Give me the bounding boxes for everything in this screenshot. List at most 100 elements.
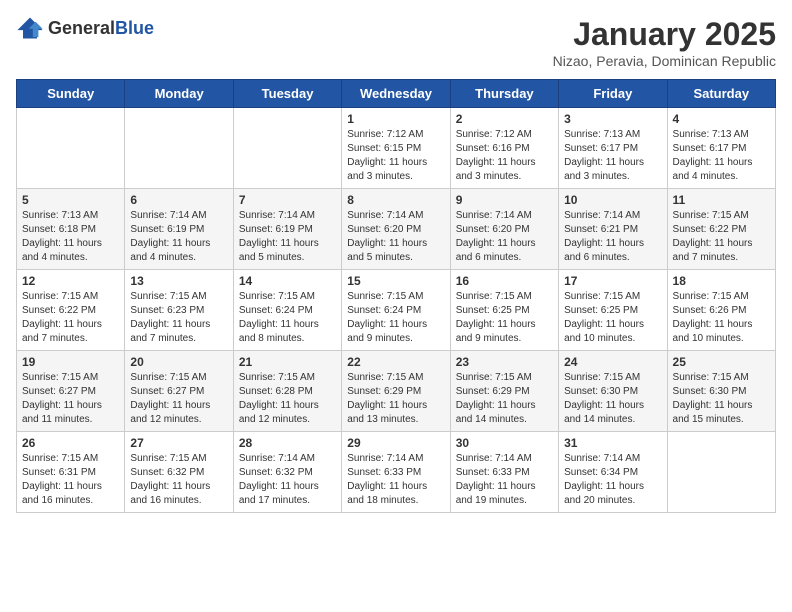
day-number: 30 <box>456 436 553 450</box>
day-info: Sunrise: 7:14 AM Sunset: 6:19 PM Dayligh… <box>239 209 336 265</box>
day-number: 10 <box>564 193 661 207</box>
calendar-subtitle: Nizao, Peravia, Dominican Republic <box>553 53 776 69</box>
day-info: Sunrise: 7:15 AM Sunset: 6:23 PM Dayligh… <box>130 290 227 346</box>
day-info: Sunrise: 7:15 AM Sunset: 6:25 PM Dayligh… <box>564 290 661 346</box>
day-number: 11 <box>673 193 770 207</box>
day-info: Sunrise: 7:15 AM Sunset: 6:29 PM Dayligh… <box>347 371 444 427</box>
day-number: 24 <box>564 355 661 369</box>
day-cell: 8 Sunrise: 7:14 AM Sunset: 6:20 PM Daylig… <box>342 189 450 270</box>
day-number: 29 <box>347 436 444 450</box>
day-info: Sunrise: 7:13 AM Sunset: 6:18 PM Dayligh… <box>22 209 119 265</box>
day-number: 3 <box>564 112 661 126</box>
col-tuesday: Tuesday <box>233 80 341 108</box>
day-cell: 31Sunrise: 7:14 AM Sunset: 6:34 PM Dayli… <box>559 432 667 513</box>
day-number: 26 <box>22 436 119 450</box>
day-cell: 18Sunrise: 7:15 AM Sunset: 6:26 PM Dayli… <box>667 270 775 351</box>
day-number: 27 <box>130 436 227 450</box>
day-cell: 27Sunrise: 7:15 AM Sunset: 6:32 PM Dayli… <box>125 432 233 513</box>
logo-general: General <box>48 18 115 38</box>
day-cell: 19 Sunrise: 7:15 AM Sunset: 6:27 PM Dayli… <box>17 351 125 432</box>
day-info: Sunrise: 7:12 AM Sunset: 6:16 PM Dayligh… <box>456 128 553 184</box>
day-cell: 23 Sunrise: 7:15 AM Sunset: 6:29 PM Dayli… <box>450 351 558 432</box>
day-number: 31 <box>564 436 661 450</box>
day-cell: 22 Sunrise: 7:15 AM Sunset: 6:29 PM Dayli… <box>342 351 450 432</box>
day-info: Sunrise: 7:15 AM Sunset: 6:28 PM Dayligh… <box>239 371 336 427</box>
day-info: Sunrise: 7:15 AM Sunset: 6:29 PM Dayligh… <box>456 371 553 427</box>
day-cell: 1Sunrise: 7:12 AM Sunset: 6:15 PM Daylig… <box>342 108 450 189</box>
day-info: Sunrise: 7:14 AM Sunset: 6:20 PM Dayligh… <box>347 209 444 265</box>
day-cell: 28Sunrise: 7:14 AM Sunset: 6:32 PM Dayli… <box>233 432 341 513</box>
day-cell: 29 Sunrise: 7:14 AM Sunset: 6:33 PM Dayli… <box>342 432 450 513</box>
logo-text: GeneralBlue <box>48 18 154 39</box>
day-cell: 10 Sunrise: 7:14 AM Sunset: 6:21 PM Dayli… <box>559 189 667 270</box>
day-info: Sunrise: 7:15 AM Sunset: 6:30 PM Dayligh… <box>673 371 770 427</box>
day-number: 14 <box>239 274 336 288</box>
week-row-1: 1Sunrise: 7:12 AM Sunset: 6:15 PM Daylig… <box>17 108 776 189</box>
day-number: 17 <box>564 274 661 288</box>
day-cell: 24Sunrise: 7:15 AM Sunset: 6:30 PM Dayli… <box>559 351 667 432</box>
title-block: January 2025 Nizao, Peravia, Dominican R… <box>553 16 776 69</box>
col-wednesday: Wednesday <box>342 80 450 108</box>
week-row-5: 26 Sunrise: 7:15 AM Sunset: 6:31 PM Dayli… <box>17 432 776 513</box>
day-info: Sunrise: 7:15 AM Sunset: 6:27 PM Dayligh… <box>22 371 119 427</box>
day-cell: 6Sunrise: 7:14 AM Sunset: 6:19 PM Daylig… <box>125 189 233 270</box>
day-cell: 20Sunrise: 7:15 AM Sunset: 6:27 PM Dayli… <box>125 351 233 432</box>
day-info: Sunrise: 7:14 AM Sunset: 6:21 PM Dayligh… <box>564 209 661 265</box>
day-cell: 13 Sunrise: 7:15 AM Sunset: 6:23 PM Dayli… <box>125 270 233 351</box>
day-cell: 17 Sunrise: 7:15 AM Sunset: 6:25 PM Dayli… <box>559 270 667 351</box>
week-row-2: 5 Sunrise: 7:13 AM Sunset: 6:18 PM Daylig… <box>17 189 776 270</box>
day-info: Sunrise: 7:14 AM Sunset: 6:33 PM Dayligh… <box>347 452 444 508</box>
day-cell: 26 Sunrise: 7:15 AM Sunset: 6:31 PM Dayli… <box>17 432 125 513</box>
day-number: 15 <box>347 274 444 288</box>
day-info: Sunrise: 7:15 AM Sunset: 6:24 PM Dayligh… <box>347 290 444 346</box>
day-number: 20 <box>130 355 227 369</box>
day-info: Sunrise: 7:13 AM Sunset: 6:17 PM Dayligh… <box>564 128 661 184</box>
day-cell: 30 Sunrise: 7:14 AM Sunset: 6:33 PM Dayli… <box>450 432 558 513</box>
day-number: 13 <box>130 274 227 288</box>
day-number: 1 <box>347 112 444 126</box>
calendar-table: Sunday Monday Tuesday Wednesday Thursday… <box>16 79 776 513</box>
day-cell: 11 Sunrise: 7:15 AM Sunset: 6:22 PM Dayli… <box>667 189 775 270</box>
day-number: 8 <box>347 193 444 207</box>
day-info: Sunrise: 7:14 AM Sunset: 6:33 PM Dayligh… <box>456 452 553 508</box>
col-thursday: Thursday <box>450 80 558 108</box>
day-number: 4 <box>673 112 770 126</box>
day-number: 12 <box>22 274 119 288</box>
day-number: 5 <box>22 193 119 207</box>
day-cell: 15 Sunrise: 7:15 AM Sunset: 6:24 PM Dayli… <box>342 270 450 351</box>
logo-blue: Blue <box>115 18 154 38</box>
day-cell: 21 Sunrise: 7:15 AM Sunset: 6:28 PM Dayli… <box>233 351 341 432</box>
day-number: 16 <box>456 274 553 288</box>
day-info: Sunrise: 7:15 AM Sunset: 6:22 PM Dayligh… <box>673 209 770 265</box>
day-number: 22 <box>347 355 444 369</box>
col-friday: Friday <box>559 80 667 108</box>
day-number: 18 <box>673 274 770 288</box>
day-cell <box>17 108 125 189</box>
day-info: Sunrise: 7:14 AM Sunset: 6:32 PM Dayligh… <box>239 452 336 508</box>
day-number: 9 <box>456 193 553 207</box>
day-cell: 16 Sunrise: 7:15 AM Sunset: 6:25 PM Dayli… <box>450 270 558 351</box>
day-cell <box>233 108 341 189</box>
day-cell: 2Sunrise: 7:12 AM Sunset: 6:16 PM Daylig… <box>450 108 558 189</box>
day-number: 23 <box>456 355 553 369</box>
calendar-header-row: Sunday Monday Tuesday Wednesday Thursday… <box>17 80 776 108</box>
day-number: 19 <box>22 355 119 369</box>
day-info: Sunrise: 7:15 AM Sunset: 6:25 PM Dayligh… <box>456 290 553 346</box>
page-header: GeneralBlue January 2025 Nizao, Peravia,… <box>16 16 776 69</box>
day-info: Sunrise: 7:15 AM Sunset: 6:31 PM Dayligh… <box>22 452 119 508</box>
day-number: 7 <box>239 193 336 207</box>
day-info: Sunrise: 7:14 AM Sunset: 6:20 PM Dayligh… <box>456 209 553 265</box>
day-number: 21 <box>239 355 336 369</box>
day-cell: 3 Sunrise: 7:13 AM Sunset: 6:17 PM Daylig… <box>559 108 667 189</box>
calendar-title: January 2025 <box>553 16 776 53</box>
day-info: Sunrise: 7:15 AM Sunset: 6:24 PM Dayligh… <box>239 290 336 346</box>
week-row-3: 12Sunrise: 7:15 AM Sunset: 6:22 PM Dayli… <box>17 270 776 351</box>
day-cell: 5 Sunrise: 7:13 AM Sunset: 6:18 PM Daylig… <box>17 189 125 270</box>
logo-icon <box>16 16 44 40</box>
col-monday: Monday <box>125 80 233 108</box>
day-cell: 4Sunrise: 7:13 AM Sunset: 6:17 PM Daylig… <box>667 108 775 189</box>
day-info: Sunrise: 7:14 AM Sunset: 6:19 PM Dayligh… <box>130 209 227 265</box>
day-number: 25 <box>673 355 770 369</box>
day-cell: 12Sunrise: 7:15 AM Sunset: 6:22 PM Dayli… <box>17 270 125 351</box>
col-sunday: Sunday <box>17 80 125 108</box>
